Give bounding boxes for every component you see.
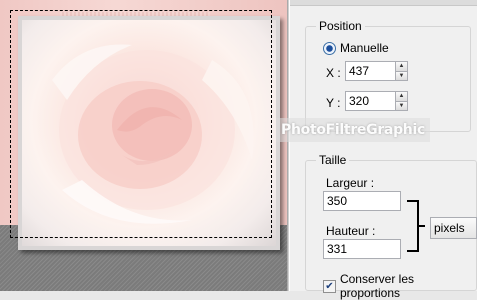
unit-select-value: pixels xyxy=(434,221,465,235)
selection-marquee[interactable] xyxy=(10,10,272,238)
width-input[interactable] xyxy=(323,191,401,211)
x-spin-down-icon[interactable]: ▼ xyxy=(396,70,407,80)
x-input[interactable] xyxy=(345,61,395,81)
height-label: Hauteur : xyxy=(326,224,376,238)
proportion-link-icon xyxy=(407,200,425,252)
panel-top-edge xyxy=(290,0,477,6)
keep-proportions-checkbox[interactable]: ✔ Conserver les proportions xyxy=(323,272,477,300)
unit-select[interactable]: pixels xyxy=(430,217,477,239)
x-label: X : xyxy=(326,66,341,80)
y-spin-down-icon[interactable]: ▼ xyxy=(396,100,407,110)
width-label: Largeur : xyxy=(326,176,375,190)
height-input[interactable] xyxy=(323,239,401,259)
y-label: Y : xyxy=(326,96,341,110)
y-input[interactable] xyxy=(345,91,395,111)
x-spin-up-icon[interactable]: ▲ xyxy=(396,62,407,71)
y-spinner: ▲ ▼ xyxy=(345,91,408,111)
dialog-panel: Position Manuelle X : ▲ ▼ Y : ▲ ▼ Taille… xyxy=(290,0,477,300)
y-spin-up-icon[interactable]: ▲ xyxy=(396,92,407,101)
position-group-title: Position xyxy=(316,19,365,33)
watermark: PhotoFiltreGraphic xyxy=(276,118,430,142)
image-canvas[interactable] xyxy=(0,0,287,291)
x-spinner: ▲ ▼ xyxy=(345,61,408,81)
keep-proportions-label: Conserver les proportions xyxy=(339,272,414,300)
manual-radio[interactable]: Manuelle xyxy=(323,41,389,55)
manual-radio-label: Manuelle xyxy=(340,41,389,55)
size-group-title: Taille xyxy=(316,153,350,167)
radio-selected-icon xyxy=(323,41,336,55)
